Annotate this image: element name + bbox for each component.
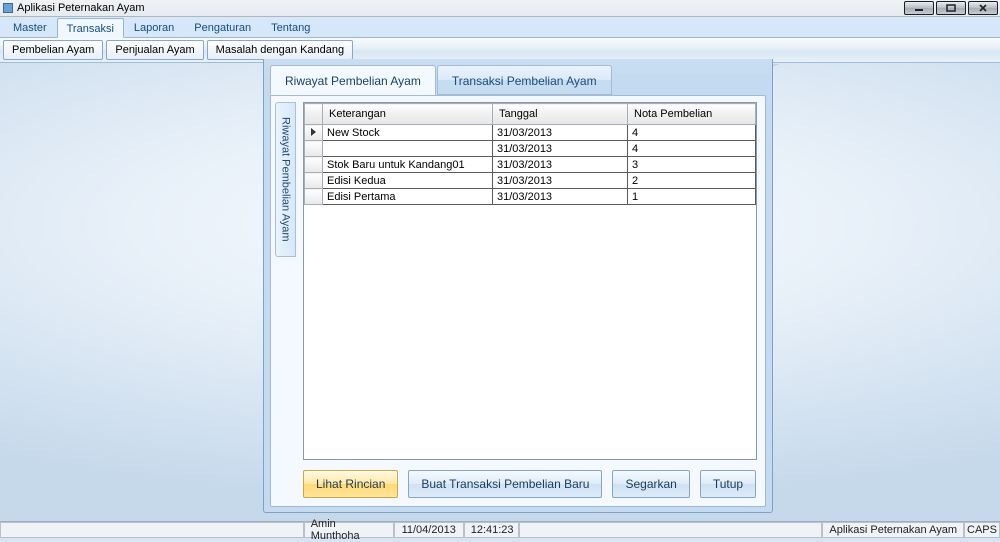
cell-nota[interactable]: 2 (628, 173, 756, 189)
cell-keterangan[interactable] (323, 141, 493, 157)
cell-nota[interactable]: 4 (628, 141, 756, 157)
status-time: 12:41:23 (464, 522, 519, 538)
row-selector[interactable] (305, 173, 323, 189)
tab-transaksi-pembelian-ayam[interactable]: Transaksi Pembelian Ayam (437, 65, 612, 95)
tab-body: Riwayat Pembelian Ayam KeteranganTanggal… (270, 95, 766, 507)
toolbar-btn-masalah-dengan-kandang[interactable]: Masalah dengan Kandang (207, 40, 353, 60)
toolbar-btn-penjualan-ayam[interactable]: Penjualan Ayam (106, 40, 203, 60)
menu-item-transaksi[interactable]: Transaksi (57, 18, 124, 38)
status-date: 11/04/2013 (394, 522, 464, 538)
history-grid[interactable]: KeteranganTanggalNota PembelianNew Stock… (303, 102, 757, 460)
app-icon (3, 3, 13, 13)
row-selector[interactable] (305, 141, 323, 157)
status-bar: Amin Munthoha 11/04/2013 12:41:23 Aplika… (0, 521, 1000, 538)
panel-tabs: Riwayat Pembelian AyamTransaksi Pembelia… (270, 65, 766, 95)
table-row[interactable]: New Stock31/03/20134 (305, 125, 756, 141)
history-panel: Riwayat Pembelian AyamTransaksi Pembelia… (263, 59, 773, 513)
cell-nota[interactable]: 1 (628, 189, 756, 205)
cell-tanggal[interactable]: 31/03/2013 (493, 141, 628, 157)
row-selector[interactable] (305, 125, 323, 141)
toolbar-btn-pembelian-ayam[interactable]: Pembelian Ayam (3, 40, 103, 60)
cell-keterangan[interactable]: Stok Baru untuk Kandang01 (323, 157, 493, 173)
grid-col-nota-pembelian[interactable]: Nota Pembelian (628, 104, 756, 125)
buat-transaksi-button[interactable]: Buat Transaksi Pembelian Baru (408, 470, 602, 498)
cell-nota[interactable]: 4 (628, 125, 756, 141)
table-row[interactable]: Edisi Pertama31/03/20131 (305, 189, 756, 205)
status-appname: Aplikasi Peternakan Ayam (822, 522, 964, 538)
window-title: Aplikasi Peternakan Ayam (17, 2, 145, 14)
cell-keterangan[interactable]: New Stock (323, 125, 493, 141)
status-caps: CAPS (964, 522, 1000, 538)
window-titlebar: Aplikasi Peternakan Ayam (0, 0, 1000, 17)
cell-keterangan[interactable]: Edisi Pertama (323, 189, 493, 205)
minimize-button[interactable] (904, 1, 934, 15)
grid-corner (305, 104, 323, 125)
menu-item-pengaturan[interactable]: Pengaturan (184, 17, 261, 37)
cell-tanggal[interactable]: 31/03/2013 (493, 173, 628, 189)
tutup-button[interactable]: Tutup (700, 470, 756, 498)
status-spacer (0, 522, 304, 538)
menu-item-laporan[interactable]: Laporan (124, 17, 184, 37)
grid-col-keterangan[interactable]: Keterangan (323, 104, 493, 125)
panel-buttons: Lihat Rincian Buat Transaksi Pembelian B… (303, 470, 757, 498)
cell-tanggal[interactable]: 31/03/2013 (493, 157, 628, 173)
close-button[interactable] (968, 1, 998, 15)
menu-item-tentang[interactable]: Tentang (261, 17, 320, 37)
workspace: Riwayat Pembelian AyamTransaksi Pembelia… (0, 63, 1000, 521)
side-tab-label: Riwayat Pembelian Ayam (280, 117, 292, 242)
maximize-button[interactable] (936, 1, 966, 15)
window-controls (904, 1, 1000, 15)
menu-bar: MasterTransaksiLaporanPengaturanTentang (0, 17, 1000, 38)
table-row[interactable]: Stok Baru untuk Kandang0131/03/20133 (305, 157, 756, 173)
segarkan-button[interactable]: Segarkan (612, 470, 689, 498)
table-row[interactable]: 31/03/20134 (305, 141, 756, 157)
row-selector[interactable] (305, 189, 323, 205)
cell-tanggal[interactable]: 31/03/2013 (493, 189, 628, 205)
side-tab-riwayat[interactable]: Riwayat Pembelian Ayam (275, 102, 296, 257)
status-spacer-2 (519, 522, 823, 538)
status-user: Amin Munthoha (304, 522, 394, 538)
menu-item-master[interactable]: Master (3, 17, 57, 37)
cell-nota[interactable]: 3 (628, 157, 756, 173)
cell-keterangan[interactable]: Edisi Kedua (323, 173, 493, 189)
lihat-rincian-button[interactable]: Lihat Rincian (303, 470, 398, 498)
cell-tanggal[interactable]: 31/03/2013 (493, 125, 628, 141)
table-row[interactable]: Edisi Kedua31/03/20132 (305, 173, 756, 189)
tab-riwayat-pembelian-ayam[interactable]: Riwayat Pembelian Ayam (270, 65, 436, 95)
row-selector[interactable] (305, 157, 323, 173)
grid-col-tanggal[interactable]: Tanggal (493, 104, 628, 125)
current-row-indicator-icon (311, 128, 316, 136)
